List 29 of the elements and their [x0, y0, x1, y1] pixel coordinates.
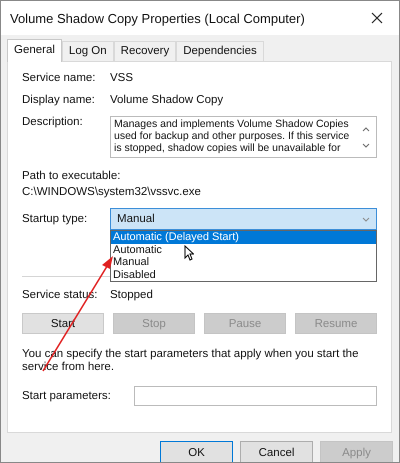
tab[interactable]: General — [7, 39, 62, 62]
tab[interactable]: Dependencies — [176, 41, 264, 61]
field-label: Service name: — [22, 72, 97, 84]
scroll-down-icon[interactable] — [362, 142, 370, 148]
status-value: Stopped — [110, 289, 153, 301]
tab[interactable]: Log On — [62, 41, 114, 61]
startup-type-dropdown[interactable]: Manual — [110, 208, 377, 230]
field-value: Volume Shadow Copy — [110, 94, 224, 106]
dialog-button[interactable]: OK — [160, 441, 233, 462]
field-label: Path to executable: — [22, 170, 122, 182]
dialog-button[interactable]: Cancel — [240, 441, 313, 462]
dropdown-option[interactable]: Automatic (Delayed Start) — [111, 231, 376, 244]
path-text: C:\WINDOWS\system32\vssvc.exe — [22, 186, 202, 198]
close-icon[interactable] — [371, 12, 383, 24]
field-label: Start parameters: — [22, 390, 112, 402]
dropdown-option[interactable]: Automatic — [111, 244, 376, 256]
field-value: VSS — [110, 72, 134, 84]
chevron-down-icon — [362, 216, 370, 222]
start-parameters-field[interactable] — [134, 386, 377, 406]
dropdown-option[interactable]: Disabled — [111, 268, 376, 281]
dropdown-option[interactable]: Manual — [111, 256, 376, 268]
field-label: Description: — [22, 116, 84, 128]
tab[interactable]: Recovery — [114, 41, 176, 61]
field-label: Display name: — [22, 94, 96, 106]
scroll-up-icon[interactable] — [362, 126, 370, 132]
window-title: Volume Shadow Copy Properties (Local Computer) — [10, 10, 305, 26]
description-box[interactable]: Manages and implements Volume Shadow Copies used for backup and other purposes. If this service is stopped, shadow copies will be unavailable for — [110, 116, 377, 158]
field-label: Startup type: — [22, 213, 88, 225]
mouse-cursor-icon — [184, 245, 194, 261]
